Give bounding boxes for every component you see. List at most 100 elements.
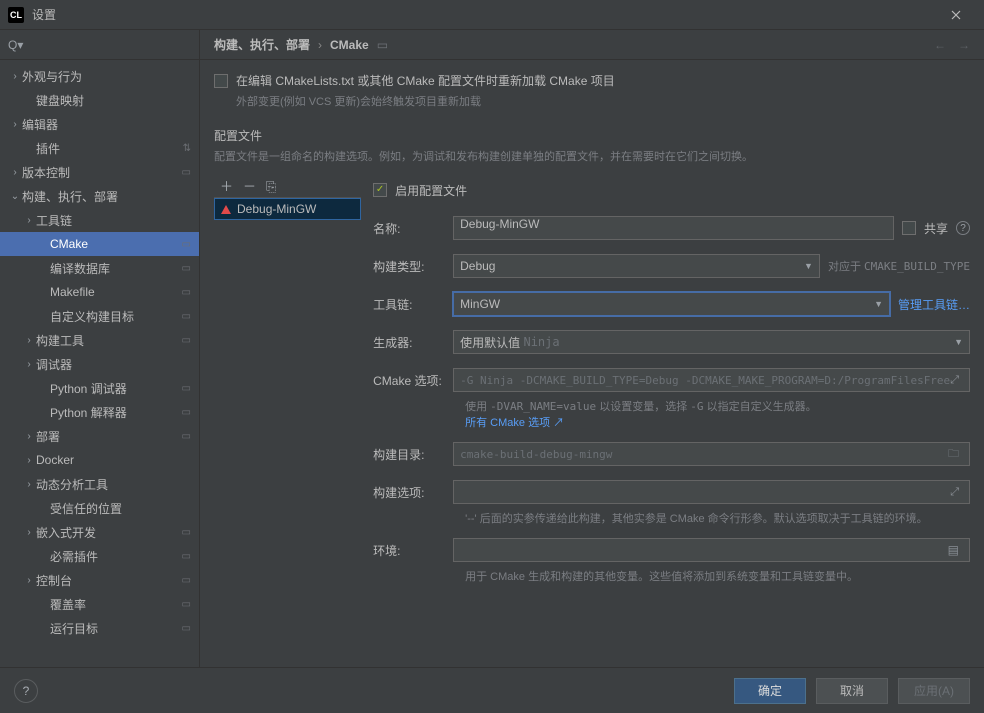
scope-badge-icon: ▭ — [182, 287, 191, 298]
tree-item-label: Python 解释器 — [50, 404, 182, 421]
buildopts-hint: '--' 后面的实参传递给此构建，其他实参是 CMake 命令行形参。默认选项取… — [465, 510, 970, 526]
breadcrumb-parent[interactable]: 构建、执行、部署 — [214, 36, 310, 53]
share-label: 共享 — [924, 220, 948, 237]
folder-icon[interactable]: 🗀 — [948, 445, 963, 464]
tree-item[interactable]: ›覆盖率▭ — [0, 592, 199, 616]
cmake-icon — [221, 205, 231, 214]
enable-profile-label: 启用配置文件 — [395, 182, 467, 199]
tree-item[interactable]: ›受信任的位置 — [0, 496, 199, 520]
tree-item-label: 受信任的位置 — [50, 500, 191, 517]
tree-item-label: 调试器 — [36, 356, 191, 373]
tree-item-label: Python 调试器 — [50, 380, 182, 397]
tree-item[interactable]: ⌄构建、执行、部署 — [0, 184, 199, 208]
profiles-toolbar: ＋ － ⎘ — [214, 176, 361, 198]
add-profile-icon[interactable]: ＋ — [220, 180, 233, 193]
reload-checkbox[interactable] — [214, 74, 228, 88]
tree-item[interactable]: ›动态分析工具 — [0, 472, 199, 496]
tree-item-label: 嵌入式开发 — [36, 524, 182, 541]
buildopts-label: 构建选项: — [373, 484, 453, 501]
tree-item[interactable]: ›插件⇅ — [0, 136, 199, 160]
tree-item[interactable]: ›Python 解释器▭ — [0, 400, 199, 424]
remove-profile-icon[interactable]: － — [243, 180, 256, 193]
chevron-icon: › — [22, 359, 36, 370]
tree-item[interactable]: ›编辑器 — [0, 112, 199, 136]
tree-item[interactable]: ›Makefile▭ — [0, 280, 199, 304]
chevron-icon: › — [8, 71, 22, 82]
tree-item[interactable]: ›运行目标▭ — [0, 616, 199, 640]
cmakeopts-input[interactable]: -G Ninja -DCMAKE_BUILD_TYPE=Debug -DCMAK… — [453, 368, 970, 392]
env-label: 环境: — [373, 542, 453, 559]
tree-item[interactable]: ›编译数据库▭ — [0, 256, 199, 280]
env-input[interactable]: ▤ — [453, 538, 970, 562]
chevron-icon: › — [22, 479, 36, 490]
share-help-icon[interactable]: ? — [956, 221, 970, 235]
expand-icon[interactable]: ⤢ — [950, 486, 963, 499]
tree-item-label: 工具链 — [36, 212, 191, 229]
help-button[interactable]: ? — [14, 679, 38, 703]
tree-item[interactable]: ›必需插件▭ — [0, 544, 199, 568]
chevron-down-icon: ▼ — [954, 337, 963, 347]
tree-item[interactable]: ›Docker — [0, 448, 199, 472]
tree-item[interactable]: ›工具链 — [0, 208, 199, 232]
tree-item[interactable]: ›自定义构建目标▭ — [0, 304, 199, 328]
tree-item-label: 编译数据库 — [50, 260, 182, 277]
chevron-icon: › — [22, 455, 36, 466]
back-icon[interactable]: ← — [934, 38, 946, 52]
buildtype-label: 构建类型: — [373, 258, 453, 275]
app-icon: CL — [8, 7, 24, 23]
generator-select[interactable]: 使用默认值 Ninja ▼ — [453, 330, 970, 354]
chevron-down-icon: ▼ — [874, 299, 883, 309]
breadcrumb: 构建、执行、部署 › CMake ▭ ← → — [200, 30, 984, 60]
profile-item[interactable]: Debug-MinGW — [214, 198, 361, 220]
scope-badge-icon: ▭ — [182, 623, 191, 634]
buildopts-input[interactable]: ⤢ — [453, 480, 970, 504]
builddir-input[interactable]: cmake-build-debug-mingw 🗀 — [453, 442, 970, 466]
ok-button[interactable]: 确定 — [734, 678, 806, 704]
tree-item-label: Makefile — [50, 285, 182, 299]
enable-profile-checkbox[interactable] — [373, 183, 387, 197]
tree-item[interactable]: ›嵌入式开发▭ — [0, 520, 199, 544]
tree-item[interactable]: ›Python 调试器▭ — [0, 376, 199, 400]
list-icon[interactable]: ▤ — [948, 543, 963, 557]
buildtype-select[interactable]: Debug ▼ — [453, 254, 820, 278]
scope-badge-icon: ▭ — [182, 431, 191, 442]
share-checkbox[interactable] — [902, 221, 916, 235]
all-cmake-options-link[interactable]: 所有 CMake 选项 ↗ — [465, 417, 564, 429]
buildtype-hint: 对应于 CMAKE_BUILD_TYPE — [828, 258, 970, 274]
tree-item[interactable]: ›部署▭ — [0, 424, 199, 448]
reload-hint: 外部变更(例如 VCS 更新)会始终触发项目重新加载 — [236, 93, 970, 109]
tree-item[interactable]: ›控制台▭ — [0, 568, 199, 592]
search-input[interactable] — [29, 37, 206, 52]
manage-toolchains-link[interactable]: 管理工具链… — [898, 296, 970, 313]
profiles-title: 配置文件 — [214, 127, 970, 144]
scope-badge-icon: ⇅ — [183, 143, 191, 154]
chevron-icon: › — [22, 335, 36, 346]
scope-badge-icon: ▭ — [182, 263, 191, 274]
toolchain-label: 工具链: — [373, 296, 453, 313]
chevron-down-icon: ▼ — [804, 261, 813, 271]
scope-badge-icon: ▭ — [182, 407, 191, 418]
tree-item-label: 自定义构建目标 — [50, 308, 182, 325]
forward-icon[interactable]: → — [958, 38, 970, 52]
name-input[interactable]: Debug-MinGW — [453, 216, 894, 240]
chevron-icon: › — [22, 431, 36, 442]
expand-icon[interactable]: ⤢ — [950, 373, 963, 387]
close-button[interactable] — [936, 0, 976, 30]
tree-item[interactable]: ›版本控制▭ — [0, 160, 199, 184]
tree-item[interactable]: ›CMake▭ — [0, 232, 199, 256]
tree-item-label: 覆盖率 — [50, 596, 182, 613]
tree-item[interactable]: ›键盘映射 — [0, 88, 199, 112]
cancel-button[interactable]: 取消 — [816, 678, 888, 704]
profiles-desc: 配置文件是一组命名的构建选项。例如，为调试和发布构建创建单独的配置文件，并在需要… — [214, 148, 970, 164]
env-hint: 用于 CMake 生成和构建的其他变量。这些值将添加到系统变量和工具链变量中。 — [465, 568, 970, 584]
apply-button[interactable]: 应用(A) — [898, 678, 970, 704]
tree-item[interactable]: ›构建工具▭ — [0, 328, 199, 352]
scope-badge-icon: ▭ — [182, 167, 191, 178]
tree-item[interactable]: ›调试器 — [0, 352, 199, 376]
copy-profile-icon[interactable]: ⎘ — [266, 180, 276, 193]
scope-badge-icon: ▭ — [182, 527, 191, 538]
tree-item[interactable]: ›外观与行为 — [0, 64, 199, 88]
toolchain-select[interactable]: MinGW ▼ — [453, 292, 890, 316]
cmakeopts-label: CMake 选项: — [373, 372, 453, 389]
tree-item-label: 编辑器 — [22, 116, 191, 133]
